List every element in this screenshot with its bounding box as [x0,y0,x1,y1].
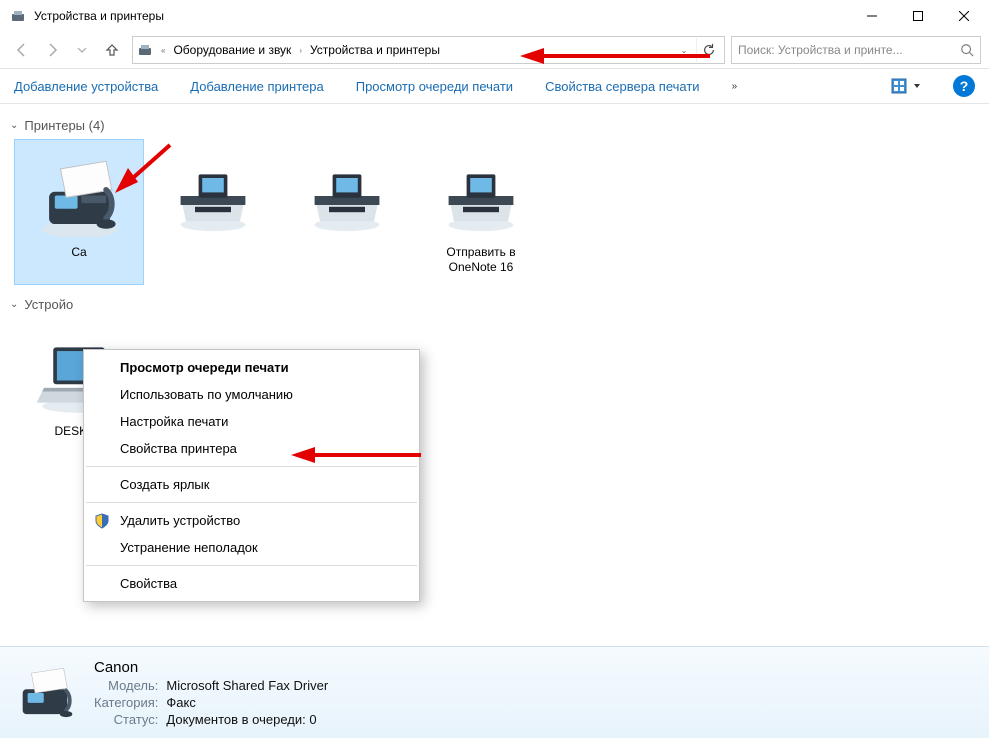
printer-item[interactable] [148,139,278,285]
details-category-value: Факс [166,695,328,710]
printer-item-selected[interactable]: Ca [14,139,144,285]
group-header-printers[interactable]: ⌄ Принтеры (4) [4,114,985,137]
help-button[interactable]: ? [953,75,975,97]
printer-label: Ca [71,245,86,260]
details-icon [14,662,76,724]
search-box[interactable] [731,36,981,64]
minimize-button[interactable] [849,0,895,32]
address-bar[interactable]: « Оборудование и звук › Устройства и при… [132,36,725,64]
details-status-value: Документов в очереди: 0 [166,712,328,727]
window-icon [10,8,26,24]
ctx-set-default[interactable]: Использовать по умолчанию [84,381,419,408]
fax-icon [32,148,127,243]
title-bar: Устройства и принтеры [0,0,989,32]
devices-icon [137,42,153,58]
breadcrumb-segment-1[interactable]: Оборудование и звук [173,43,291,57]
up-button[interactable] [98,36,126,64]
search-input[interactable] [738,43,954,57]
chevron-down-icon: ⌄ [10,120,18,131]
ctx-separator [86,466,417,467]
chevron-down-icon: ⌄ [10,299,18,310]
back-button[interactable] [8,36,36,64]
printer-item-onenote[interactable]: Отправить в OneNote 16 [416,139,546,285]
printer-icon [300,148,395,243]
add-device-link[interactable]: Добавление устройства [14,79,158,94]
shield-icon [94,513,110,529]
close-button[interactable] [941,0,987,32]
window-title: Устройства и принтеры [34,9,849,23]
ctx-view-queue[interactable]: Просмотр очереди печати [84,354,419,381]
group-header-devices[interactable]: ⌄ Устройо [4,293,985,316]
view-queue-link[interactable]: Просмотр очереди печати [356,79,513,94]
printer-icon [434,148,529,243]
command-bar: Добавление устройства Добавление принтер… [0,68,989,104]
ctx-remove-device[interactable]: Удалить устройство [84,507,419,534]
refresh-button[interactable] [696,38,720,62]
details-category-label: Категория: [94,695,158,710]
details-model-value: Microsoft Shared Fax Driver [166,678,328,693]
maximize-button[interactable] [895,0,941,32]
group-label-devices: Устройо [24,297,73,312]
breadcrumb-sep: « [157,46,169,55]
details-title: Canon [94,659,328,676]
ctx-separator [86,565,417,566]
search-icon[interactable] [960,43,974,57]
overflow-button[interactable]: » [732,81,738,92]
view-options-button[interactable] [891,78,921,94]
ctx-printer-props[interactable]: Свойства принтера [84,435,419,462]
ctx-troubleshoot[interactable]: Устранение неполадок [84,534,419,561]
ctx-properties[interactable]: Свойства [84,570,419,597]
ctx-create-shortcut[interactable]: Создать ярлык [84,471,419,498]
breadcrumb-segment-2[interactable]: Устройства и принтеры [310,43,440,57]
group-label-printers: Принтеры (4) [24,118,104,133]
ctx-print-setup[interactable]: Настройка печати [84,408,419,435]
details-status-label: Статус: [94,712,158,727]
breadcrumb-chevron-icon[interactable]: › [295,46,306,55]
forward-button[interactable] [38,36,66,64]
printer-label: Отправить в OneNote 16 [421,245,541,275]
address-dropdown[interactable]: ⌄ [676,46,692,55]
add-printer-link[interactable]: Добавление принтера [190,79,323,94]
printers-row: Ca [4,137,985,293]
details-pane: Canon Модель: Microsoft Shared Fax Drive… [0,646,989,738]
print-server-props-link[interactable]: Свойства сервера печати [545,79,700,94]
printer-icon [166,148,261,243]
navigation-bar: « Оборудование и звук › Устройства и при… [0,32,989,68]
printer-item[interactable] [282,139,412,285]
recent-dropdown[interactable] [68,36,96,64]
details-model-label: Модель: [94,678,158,693]
content-area: ⌄ Принтеры (4) Ca [0,104,989,644]
ctx-separator [86,502,417,503]
context-menu: Просмотр очереди печати Использовать по … [83,349,420,602]
window-controls [849,0,987,32]
